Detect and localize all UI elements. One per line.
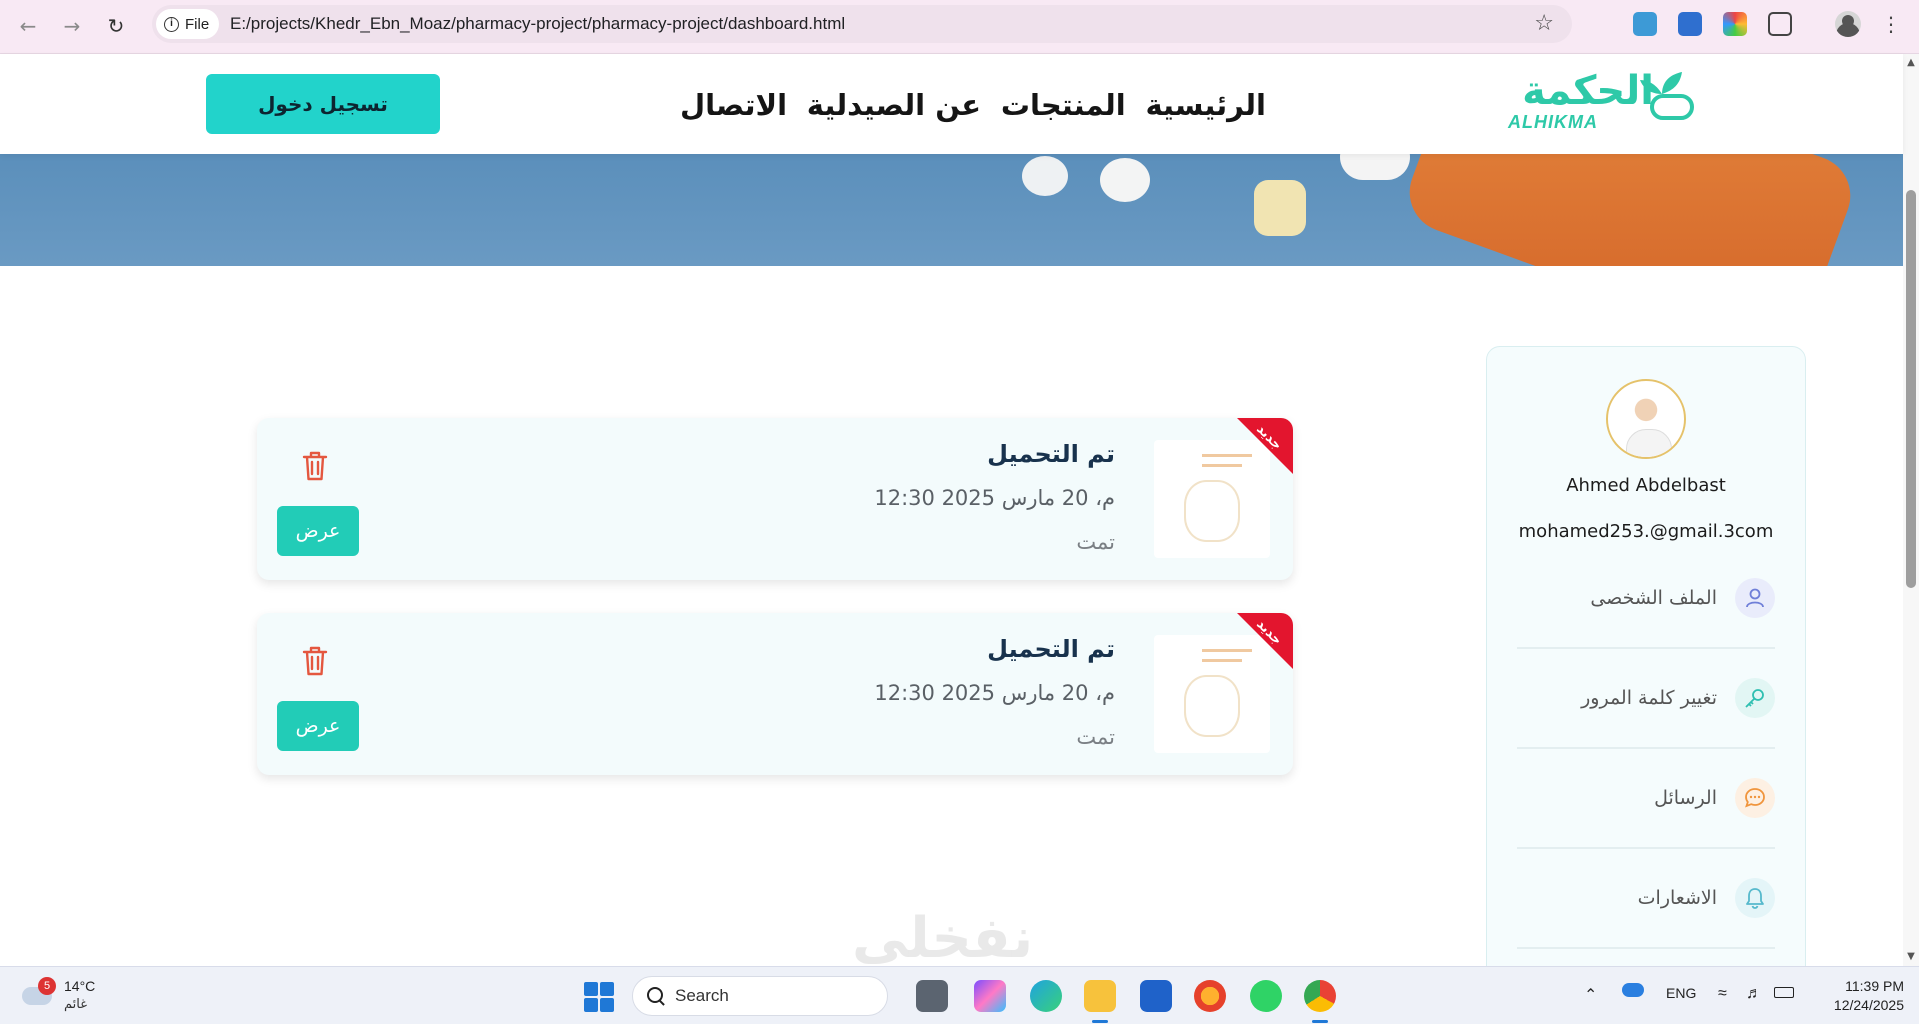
site-header: تسجيل دخول الرئيسية المنتجات عن الصيدلية… <box>0 54 1903 154</box>
taskbar-search[interactable]: Search <box>632 976 888 1016</box>
user-icon <box>1735 578 1775 618</box>
file-explorer-icon[interactable] <box>1084 980 1116 1023</box>
weather-condition: غائم <box>64 997 88 1012</box>
terminal-app-icon[interactable] <box>916 980 948 1012</box>
chevron-up-icon[interactable]: ⌃ <box>1584 985 1597 1005</box>
nav-products[interactable]: المنتجات <box>1001 88 1126 122</box>
key-icon <box>1735 678 1775 718</box>
pill-image <box>1100 158 1150 202</box>
windows-start-icon[interactable] <box>584 982 614 1012</box>
card-title: تم التحميل <box>987 440 1115 468</box>
page-scrollbar[interactable]: ▲ ▼ <box>1903 54 1919 966</box>
new-ribbon: جديد <box>1237 613 1293 669</box>
sidebar-item-label: الرسائل <box>1654 787 1717 809</box>
pill-image <box>1254 180 1306 236</box>
watermark: نفخلي <box>852 906 1034 971</box>
weather-widget[interactable]: 5 14°C غائم <box>20 975 110 1017</box>
copilot-app-icon[interactable] <box>974 980 1006 1012</box>
search-placeholder: Search <box>675 986 729 1005</box>
main-nav: الرئيسية المنتجات عن الصيدلية الاتصال <box>680 82 1266 128</box>
card-status: تمت <box>1076 725 1115 749</box>
whatsapp-icon[interactable] <box>1250 980 1282 1012</box>
extension-icon[interactable] <box>1633 12 1657 36</box>
chrome-browser-icon[interactable] <box>1304 980 1336 1023</box>
menu-dots-icon[interactable]: ⋮ <box>1881 12 1901 36</box>
edge-browser-icon[interactable] <box>1030 980 1062 1012</box>
wifi-icon[interactable]: ≈ <box>1718 985 1727 1003</box>
medicine-bottle-image <box>1398 154 1862 266</box>
trash-icon[interactable] <box>301 450 329 482</box>
sidebar-item-label: الملف الشخصى <box>1590 587 1717 609</box>
nav-contact[interactable]: الاتصال <box>680 88 787 122</box>
sidebar-item-notifications[interactable]: الاشعارات <box>1517 849 1775 949</box>
nav-home[interactable]: الرئيسية <box>1145 88 1266 122</box>
new-ribbon: جديد <box>1237 418 1293 474</box>
avatar[interactable] <box>1606 379 1686 459</box>
user-email: mohamed253.@gmail.3com <box>1518 521 1774 542</box>
view-button[interactable]: عرض <box>277 506 359 556</box>
info-icon: i <box>164 16 179 32</box>
sidebar-item-messages[interactable]: الرسائل <box>1517 749 1775 849</box>
firefox-icon[interactable] <box>1194 980 1226 1012</box>
scroll-up-arrow-icon[interactable]: ▲ <box>1906 58 1916 68</box>
chat-icon <box>1735 778 1775 818</box>
clock-time: 11:39 PM <box>1845 978 1904 994</box>
site-logo[interactable]: الحكمة ALHIKMA <box>1502 66 1698 142</box>
login-button[interactable]: تسجيل دخول <box>206 74 440 134</box>
notification-card: جديد تم التحميل 12:30 م، 20 مارس 2025 تم… <box>257 418 1293 580</box>
search-icon <box>647 987 665 1005</box>
card-datetime: 12:30 م، 20 مارس 2025 <box>874 486 1115 510</box>
language-indicator[interactable]: ENG <box>1666 985 1696 1001</box>
trash-icon[interactable] <box>301 645 329 677</box>
scroll-down-arrow-icon[interactable]: ▼ <box>1906 952 1916 962</box>
view-button[interactable]: عرض <box>277 701 359 751</box>
site-chip-label: File <box>185 15 210 33</box>
site-info-chip[interactable]: i File <box>156 9 220 39</box>
profile-avatar-icon[interactable] <box>1835 11 1861 37</box>
nav-about[interactable]: عن الصيدلية <box>807 88 981 122</box>
extension-icon[interactable] <box>1723 12 1747 36</box>
user-name: Ahmed Abdelbast <box>1566 475 1726 496</box>
sidebar-item-label: الاشعارات <box>1637 887 1717 909</box>
bell-icon <box>1735 878 1775 918</box>
profile-sidebar: Ahmed Abdelbast mohamed253.@gmail.3com ا… <box>1486 346 1806 1024</box>
card-datetime: 12:30 م، 20 مارس 2025 <box>874 681 1115 705</box>
volume-icon[interactable]: ♬ <box>1746 985 1762 1003</box>
forward-icon[interactable]: → <box>58 12 86 40</box>
logo-english: ALHIKMA <box>1508 112 1598 132</box>
pill-image <box>1022 156 1068 196</box>
clock-date: 12/24/2025 <box>1833 997 1904 1013</box>
system-clock[interactable]: 11:39 PM 12/24/2025 <box>1814 977 1904 1015</box>
windows-taskbar: 5 14°C غائم Search ⌃ ENG ≈ ♬ 11:39 PM 12… <box>0 966 1919 1024</box>
store-app-icon[interactable] <box>1140 980 1172 1012</box>
onedrive-cloud-icon[interactable] <box>1622 983 1644 997</box>
extensions-puzzle-icon[interactable] <box>1768 12 1792 36</box>
weather-badge: 5 <box>38 977 56 995</box>
sidebar-item-label: تغيير كلمة المرور <box>1581 687 1717 709</box>
extension-icon[interactable] <box>1678 12 1702 36</box>
notification-card: جديد تم التحميل 12:30 م، 20 مارس 2025 تم… <box>257 613 1293 775</box>
battery-icon[interactable] <box>1774 987 1794 998</box>
hero-banner <box>0 154 1903 266</box>
address-bar[interactable]: i File E:/projects/Khedr_Ebn_Moaz/pharma… <box>152 5 1572 43</box>
browser-toolbar: ← → ↻ i File E:/projects/Khedr_Ebn_Moaz/… <box>0 0 1919 54</box>
temperature: 14°C <box>64 978 96 994</box>
card-status: تمت <box>1076 530 1115 554</box>
scroll-thumb[interactable] <box>1906 190 1916 588</box>
reload-icon[interactable]: ↻ <box>102 12 130 40</box>
logo-arabic: الحكمة <box>1522 68 1654 114</box>
url-text[interactable]: E:/projects/Khedr_Ebn_Moaz/pharmacy-proj… <box>230 14 845 34</box>
sidebar-item-profile[interactable]: الملف الشخصى <box>1517 549 1775 649</box>
sidebar-item-change-password[interactable]: تغيير كلمة المرور <box>1517 649 1775 749</box>
pill-image <box>1340 154 1410 180</box>
bookmark-star-icon[interactable]: ☆ <box>1534 11 1554 36</box>
back-icon[interactable]: ← <box>14 12 42 40</box>
card-title: تم التحميل <box>987 635 1115 663</box>
